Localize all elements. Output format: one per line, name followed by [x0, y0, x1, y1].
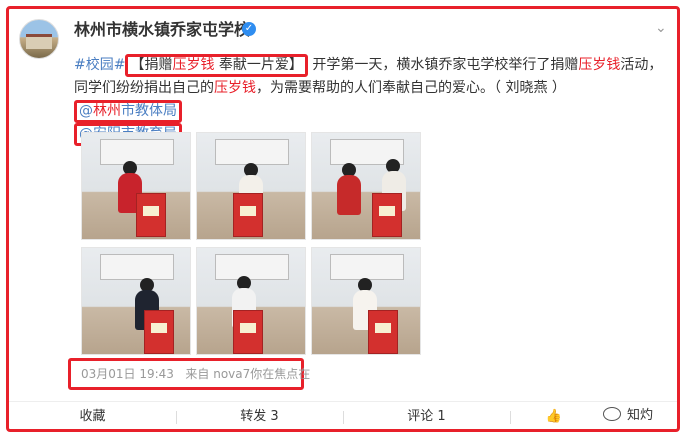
post-meta: 03月01日 19:43 来自 nova7你在焦点在 — [68, 358, 310, 390]
repost-button[interactable]: 转发 3 — [176, 402, 343, 433]
donation-box — [372, 193, 402, 237]
photo-thumbnail[interactable] — [311, 132, 421, 240]
chevron-down-icon[interactable]: ⌄ — [655, 21, 669, 35]
author-avatar[interactable] — [19, 19, 59, 59]
photo-thumbnail[interactable] — [311, 247, 421, 355]
post-title-highlight: 【捐赠压岁钱 奉献一片爱】 — [125, 54, 308, 77]
source-device: nova7你在焦点在 — [213, 367, 311, 381]
comment-button[interactable]: 评论 1 — [343, 402, 510, 433]
hashtag-link[interactable]: #校园# — [74, 57, 125, 73]
thumbs-up-icon[interactable]: 👍 — [519, 402, 589, 433]
post-header: 林州市横水镇乔家屯学校 ✓ ⌄ — [19, 19, 669, 59]
zhihu-logo-icon — [602, 407, 621, 421]
photo-thumbnail[interactable] — [81, 247, 191, 355]
post-action-bar: 收藏 转发 3 评论 1 👍 — [9, 401, 677, 432]
photo-thumbnail[interactable] — [196, 247, 306, 355]
keyword-link[interactable]: 压岁钱 — [578, 57, 620, 73]
photo-grid — [81, 132, 421, 362]
photo-thumbnail[interactable] — [196, 132, 306, 240]
donation-box — [233, 310, 263, 354]
verified-badge-icon: ✓ — [242, 22, 256, 36]
post-timestamp[interactable]: 03月01日 19:43 — [81, 367, 174, 381]
mention-linzhou-education-bureau[interactable]: @林州市教体局 — [74, 100, 182, 123]
weibo-post-card: 林州市横水镇乔家屯学校 ✓ ⌄ #校园# 【捐赠压岁钱 奉献一片爱】 开学第一天，… — [6, 6, 680, 432]
donation-box — [368, 310, 398, 354]
source-label: 来自 — [185, 367, 210, 381]
favorite-button[interactable]: 收藏 — [9, 402, 176, 433]
donation-box — [233, 193, 263, 237]
divider — [510, 411, 511, 424]
watermark: 知灼 — [602, 401, 653, 432]
author-name[interactable]: 林州市横水镇乔家屯学校 — [74, 19, 250, 41]
photo-thumbnail[interactable] — [81, 132, 191, 240]
donation-box — [136, 193, 166, 237]
donation-box — [144, 310, 174, 354]
keyword-link[interactable]: 压岁钱 — [214, 80, 256, 96]
